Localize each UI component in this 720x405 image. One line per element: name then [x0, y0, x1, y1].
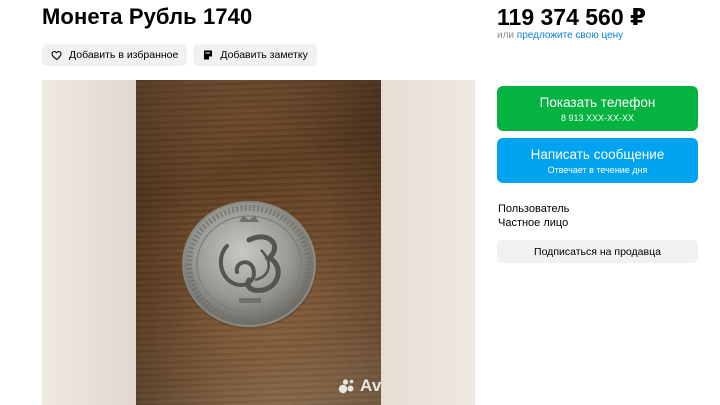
subscribe-seller-button[interactable]: Подписаться на продавца — [497, 240, 698, 263]
add-note-button[interactable]: Добавить заметку — [193, 44, 317, 66]
heart-icon — [51, 49, 63, 61]
listing-actions: Добавить в избранное Добавить заметку — [42, 44, 317, 66]
avito-watermark: Avito — [338, 376, 381, 396]
listing-photo[interactable]: Avito — [136, 80, 381, 405]
add-note-label: Добавить заметку — [220, 49, 308, 61]
offer-price-link[interactable]: предложите свою цену — [517, 30, 623, 41]
response-time: Отвечает в течение дня — [547, 165, 648, 175]
watermark-text: Avito — [360, 376, 381, 395]
seller-type: Частное лицо — [498, 217, 569, 229]
note-icon — [202, 49, 214, 61]
price-offer: или предложите свою цену — [497, 30, 623, 41]
phone-masked: 8 913 XXX-XX-XX — [560, 113, 635, 123]
gallery-blur-left — [42, 80, 136, 405]
photo-gallery[interactable]: Avito — [42, 80, 475, 405]
avito-logo-icon — [338, 379, 354, 394]
show-phone-button[interactable]: Показать телефон 8 913 XXX-XX-XX — [497, 86, 698, 131]
price: 119 374 560 ₽ — [497, 4, 647, 30]
price-or-text: или — [497, 30, 515, 41]
add-to-favorites-label: Добавить в избранное — [69, 49, 179, 61]
listing-title: Монета Рубль 1740 — [42, 4, 253, 29]
gallery-blur-right — [381, 80, 475, 405]
add-to-favorites-button[interactable]: Добавить в избранное — [42, 44, 188, 66]
photo-vignette — [136, 80, 381, 405]
write-message-label: Написать сообщение — [530, 147, 665, 162]
write-message-button[interactable]: Написать сообщение Отвечает в течение дн… — [497, 138, 698, 183]
subscribe-label: Подписаться на продавца — [534, 245, 661, 258]
show-phone-label: Показать телефон — [539, 95, 656, 110]
seller-name[interactable]: Пользователь — [498, 203, 569, 215]
